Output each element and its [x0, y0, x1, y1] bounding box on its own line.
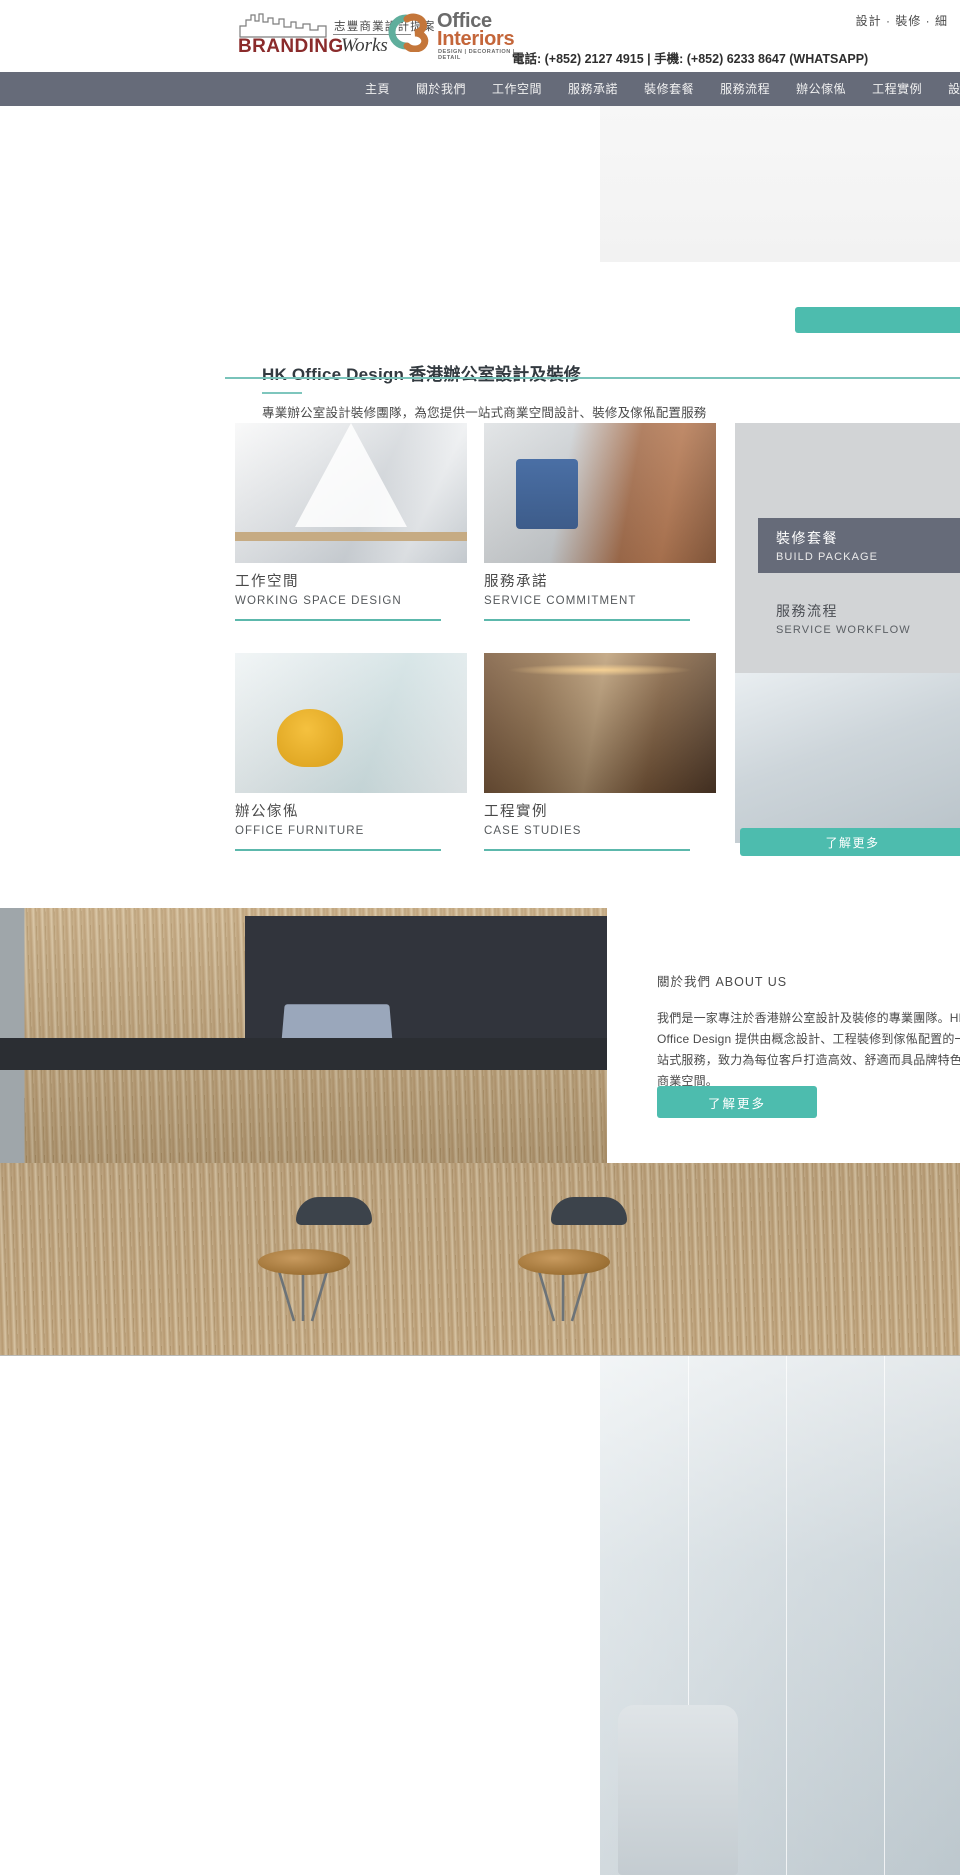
- nav-items-container: 主頁 關於我們 工作空間 服務承諾 裝修套餐 服務流程 辦公傢俬 工程實例 設計…: [365, 72, 960, 106]
- service-card-case-studies[interactable]: 工程實例 CASE STUDIES: [484, 653, 716, 851]
- service-card-office-furniture[interactable]: 辦公傢俬 OFFICE FURNITURE: [235, 653, 467, 851]
- card-title-cjk: 工作空間: [235, 574, 299, 590]
- service-card-service-commitment[interactable]: 服務承諾 SERVICE COMMITMENT: [484, 423, 716, 621]
- c3-interiors-text: Interiors: [437, 28, 515, 50]
- site-header: 志豐商業設計提案 BRANDING Works Office Interiors…: [0, 0, 960, 72]
- branding-works-logo[interactable]: 志豐商業設計提案 BRANDING Works: [238, 10, 434, 60]
- card-title-en: OFFICE FURNITURE: [235, 825, 365, 837]
- card-title-en: CASE STUDIES: [484, 825, 582, 837]
- about-body-text: 我們是一家專注於香港辦公室設計及裝修的專業團隊。HK Office Design…: [657, 1011, 960, 1088]
- main-navigation: 主頁 關於我們 工作空間 服務承諾 裝修套餐 服務流程 辦公傢俬 工程實例 設計…: [0, 72, 960, 106]
- service-card-working-space[interactable]: 工作空間 WORKING SPACE DESIGN: [235, 423, 467, 621]
- branding-script-word: Works: [341, 35, 388, 56]
- hero-area: [0, 106, 960, 262]
- nav-item-build-package[interactable]: 裝修套餐: [644, 72, 694, 106]
- side-tile-title-en: SERVICE WORKFLOW: [776, 624, 911, 636]
- card-thumbnail: [235, 423, 467, 563]
- nav-item-case-studies[interactable]: 工程實例: [872, 72, 922, 106]
- window-mullion: [786, 1356, 787, 1875]
- nav-item-workflow[interactable]: 服務流程: [720, 72, 770, 106]
- title-underline: [262, 392, 302, 394]
- design-team-photo: [600, 1356, 960, 1875]
- card-title-en: WORKING SPACE DESIGN: [235, 595, 402, 607]
- card-underline: [235, 619, 441, 621]
- wood-stool-left: [258, 1249, 350, 1275]
- side-panel-photo: [735, 673, 960, 843]
- card-thumbnail: [235, 653, 467, 793]
- design-team-section: 設計團隊 DESIGN TEAM: [0, 1356, 960, 1875]
- header-phone-line[interactable]: 電話: (+852) 2127 4915 | 手機: (+852) 6233 8…: [512, 48, 868, 67]
- side-tile-service-workflow[interactable]: 服務流程 SERVICE WORKFLOW: [758, 591, 960, 646]
- nav-item-design-team[interactable]: 設計團隊: [948, 72, 960, 106]
- side-tile-title-cjk: 裝修套餐: [776, 530, 838, 546]
- header-tagline: 設計 · 裝修 · 細: [855, 14, 948, 28]
- section-divider: [225, 377, 960, 379]
- card-underline: [484, 849, 690, 851]
- about-text-card: 關於我們 ABOUT US 我們是一家專注於香港辦公室設計及裝修的專業團隊。HK…: [607, 908, 960, 1163]
- side-tile-title-cjk: 服務流程: [776, 603, 838, 619]
- nav-item-service-commitment[interactable]: 服務承諾: [568, 72, 618, 106]
- office-chair-prop: [618, 1705, 738, 1875]
- c3-subtitle-text: DESIGN | DECORATION | DETAIL: [438, 49, 515, 61]
- card-thumbnail: [484, 653, 716, 793]
- about-photo-lower: [0, 1163, 960, 1558]
- card-title-en: SERVICE COMMITMENT: [484, 595, 637, 607]
- card-title-cjk: 辦公傢俬: [235, 804, 299, 820]
- quote-cta-button[interactable]: [795, 307, 960, 333]
- window-mullion: [884, 1356, 885, 1875]
- card-underline: [484, 619, 690, 621]
- meeting-desk: [0, 1038, 607, 1070]
- c3-mark-icon: [388, 13, 429, 52]
- card-title-cjk: 工程實例: [484, 804, 548, 820]
- nav-item-about[interactable]: 關於我們: [416, 72, 466, 106]
- skyline-icon: [239, 13, 327, 38]
- page-title: HK Office Design 香港辦公室設計及裝修: [262, 365, 581, 384]
- wood-stool-right: [518, 1249, 610, 1275]
- c3-office-interiors-logo[interactable]: Office Interiors DESIGN | DECORATION | D…: [385, 8, 515, 61]
- side-tile-title-en: BUILD PACKAGE: [776, 551, 879, 563]
- branding-word: BRANDING: [238, 36, 344, 57]
- card-underline: [235, 849, 441, 851]
- card-thumbnail: [484, 423, 716, 563]
- nav-item-furniture[interactable]: 辦公傢俬: [796, 72, 846, 106]
- about-more-button[interactable]: 了解更多: [657, 1086, 817, 1118]
- side-promo-panel: 裝修套餐 BUILD PACKAGE 服務流程 SERVICE WORKFLOW: [735, 423, 960, 843]
- chair-right: [551, 1197, 627, 1225]
- hero-side-panel: [600, 106, 960, 262]
- side-tile-build-package[interactable]: 裝修套餐 BUILD PACKAGE: [758, 518, 960, 573]
- side-panel-more-button[interactable]: 了解更多: [740, 828, 960, 856]
- chair-left: [296, 1197, 372, 1225]
- about-kicker: 關於我們 ABOUT US: [657, 975, 788, 989]
- nav-item-workspace[interactable]: 工作空間: [492, 72, 542, 106]
- nav-item-home[interactable]: 主頁: [365, 72, 390, 106]
- page-root: 志豐商業設計提案 BRANDING Works Office Interiors…: [0, 0, 960, 1875]
- section-heading-block: HK Office Design 香港辦公室設計及裝修 專業辦公室設計裝修團隊，…: [262, 360, 862, 421]
- section-subtitle: 專業辦公室設計裝修團隊，為您提供一站式商業空間設計、裝修及傢俬配置服務: [262, 406, 707, 420]
- about-photo-upper: [0, 908, 607, 1163]
- about-section: 關於我們 ABOUT US 我們是一家專注於香港辦公室設計及裝修的專業團隊。HK…: [0, 908, 960, 1558]
- card-title-cjk: 服務承諾: [484, 574, 548, 590]
